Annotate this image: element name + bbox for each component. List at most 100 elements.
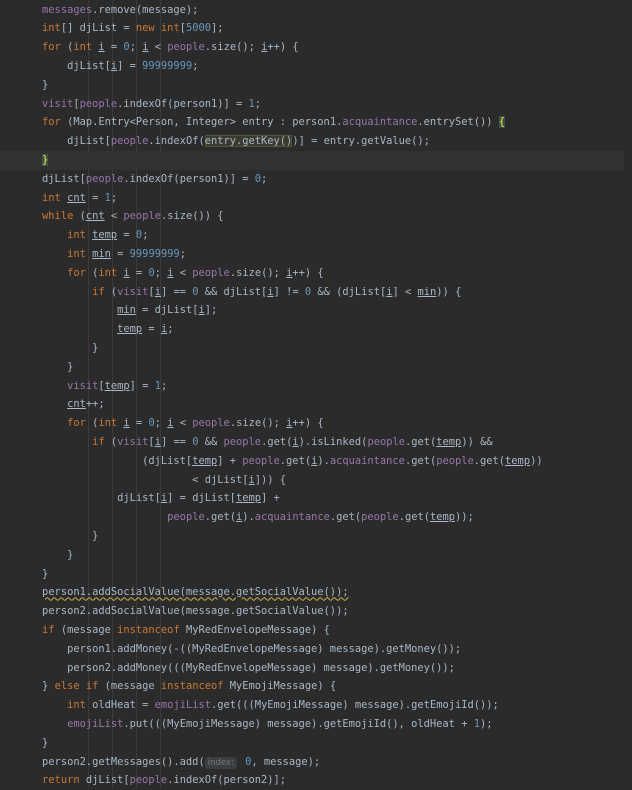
code-token: min — [92, 247, 111, 260]
code-line[interactable]: } — [0, 546, 624, 565]
code-line[interactable]: if (visit[i] == 0 && djList[i] != 0 && (… — [0, 283, 624, 302]
code-token: (message — [60, 623, 118, 636]
code-token: 5000 — [185, 22, 211, 35]
code-token: ; — [154, 417, 168, 430]
code-line[interactable]: visit[people.indexOf(person1)] = 1; — [0, 95, 624, 114]
code-token: .indexOf(person1)] = — [117, 97, 249, 110]
code-line[interactable]: (djList[temp] + people.get(i).acquaintan… — [0, 452, 624, 471]
code-token: oldHeat = — [92, 699, 155, 712]
code-token: ). — [242, 511, 255, 524]
code-line[interactable]: djList[i] = 99999999; — [0, 57, 624, 76]
code-line[interactable]: for (int i = 0; i < people.size(); i++) … — [0, 264, 624, 283]
code-line[interactable]: visit[temp] = 1; — [0, 377, 624, 396]
code-token: .get( — [398, 511, 430, 524]
code-token: ; — [179, 247, 186, 260]
code-line[interactable]: } else if (message instanceof MyEmojiMes… — [0, 677, 624, 696]
code-line[interactable]: person2.addSocialValue(message.getSocial… — [0, 602, 624, 621]
code-token: MyRedEnvelopeMessage) { — [185, 623, 330, 636]
code-line[interactable]: if (visit[i] == 0 && people.get(i).isLin… — [0, 433, 624, 452]
code-token: entry.getKey() — [204, 135, 293, 148]
code-token: cnt — [67, 191, 86, 204]
code-line[interactable]: djList[people.indexOf(entry.getKey())] =… — [0, 132, 624, 151]
code-line[interactable]: min = djList[i]; — [0, 301, 624, 320]
code-token: .get( — [204, 511, 236, 524]
code-token: for — [67, 417, 93, 430]
code-line[interactable]: } — [0, 358, 624, 377]
code-line[interactable]: } — [0, 527, 624, 546]
code-token: .get( — [473, 454, 506, 467]
code-token: } — [42, 736, 49, 749]
code-token: temp — [192, 454, 218, 467]
code-line[interactable]: djList[people.indexOf(person1)] = 0; — [0, 170, 624, 189]
code-line[interactable]: } — [0, 76, 624, 95]
code-token: } — [0, 360, 74, 373]
code-token: ] + — [217, 454, 243, 467]
code-token: } — [42, 680, 49, 693]
code-token: int — [42, 22, 61, 35]
code-token: emojiList — [154, 699, 211, 712]
code-token: temp — [505, 454, 531, 467]
code-token: visit — [42, 97, 74, 110]
code-token: temp — [436, 435, 462, 448]
code-line[interactable]: while (cnt < people.size()) { — [0, 207, 624, 226]
code-token: if — [42, 623, 61, 636]
code-token: )) — [530, 454, 543, 467]
code-token: int — [67, 229, 93, 242]
code-line[interactable]: emojiList.put(((MyEmojiMessage) message)… — [0, 715, 624, 734]
code-token: for — [67, 266, 93, 279]
code-token: djList[ — [0, 492, 161, 505]
code-line[interactable]: for (Map.Entry<Person, Integer> entry : … — [0, 113, 624, 132]
code-line[interactable]: if (message instanceof MyRedEnvelopeMess… — [0, 621, 624, 640]
code-line[interactable]: person1.addMoney(-((MyRedEnvelopeMessage… — [0, 640, 624, 659]
code-line[interactable]: for (int i = 0; i < people.size(); i++) … — [0, 414, 624, 433]
code-token: ++; — [85, 398, 105, 411]
code-line[interactable]: } — [0, 734, 624, 753]
code-token: < — [173, 266, 193, 279]
code-token: else if — [54, 680, 105, 693]
code-token: ; — [167, 323, 174, 336]
code-token: .indexOf(person1)] = — [123, 172, 255, 185]
code-token: int — [98, 266, 124, 279]
code-token: .get( — [261, 435, 293, 448]
code-token: (message — [104, 680, 161, 693]
code-line[interactable]: djList[i] = djList[temp] + — [0, 489, 624, 508]
code-line[interactable]: messages.remove(message); — [0, 1, 624, 20]
code-token: = — [129, 266, 149, 279]
code-line[interactable]: } — [0, 339, 624, 358]
code-line[interactable]: int min = 99999999; — [0, 245, 624, 264]
code-line[interactable]: cnt++; — [0, 395, 624, 414]
code-line[interactable]: int cnt = 1; — [0, 189, 624, 208]
code-token: ] < — [392, 285, 418, 298]
code-token: ] != — [273, 285, 305, 298]
code-line[interactable]: < djList[i])) { — [0, 471, 624, 490]
code-line[interactable]: people.get(i).acquaintance.get(people.ge… — [0, 508, 624, 527]
code-line[interactable]: int temp = 0; — [0, 226, 624, 245]
code-token: int — [98, 417, 124, 430]
code-editor[interactable]: messages.remove(message); int[] djList =… — [0, 0, 632, 788]
code-token: int — [42, 191, 68, 204]
code-token: [] djList = — [60, 22, 136, 35]
code-token: new int — [135, 22, 180, 35]
code-line[interactable]: person2.addMoney(((MyRedEnvelopeMessage)… — [0, 659, 624, 678]
code-line[interactable]: int oldHeat = emojiList.get(((MyEmojiMes… — [0, 696, 624, 715]
code-line[interactable]: } — [0, 565, 624, 584]
code-token: , message); — [251, 755, 321, 768]
code-line[interactable]: person1.addSocialValue(message.getSocial… — [0, 583, 624, 602]
code-token: cnt — [67, 398, 86, 411]
code-line[interactable]: return djList[people.indexOf(person2)]; — [0, 771, 624, 790]
code-token: MyEmojiMessage) { — [229, 680, 337, 693]
code-line[interactable]: temp = i; — [0, 320, 624, 339]
code-token: = — [142, 323, 161, 336]
code-line[interactable]: person2.getMessages().add(index: 0, mess… — [0, 753, 624, 772]
code-line[interactable]: } — [0, 150, 624, 170]
code-token: people — [192, 266, 230, 279]
code-line[interactable]: for (int i = 0; i < people.size(); i++) … — [0, 38, 624, 57]
code-line[interactable]: int[] djList = new int[5000]; — [0, 19, 624, 38]
